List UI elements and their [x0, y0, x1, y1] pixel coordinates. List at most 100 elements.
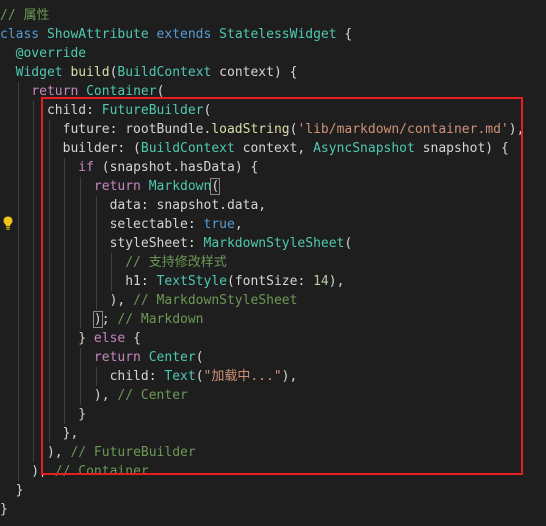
code-token: child: [0, 103, 102, 118]
code-token: Widget [0, 65, 71, 80]
code-token: } [0, 407, 87, 422]
code-token: Markdown [148, 179, 212, 194]
code-token: FutureBuilder [101, 103, 204, 118]
code-token: else [93, 331, 134, 346]
code-token: // MarkdownStyleSheet [133, 293, 298, 308]
code-line: } [0, 481, 24, 500]
code-token: { [133, 331, 141, 346]
code-line: } else { [0, 329, 141, 348]
lightbulb-icon[interactable] [3, 216, 13, 230]
code-token: }, [0, 426, 79, 441]
code-token: ; [101, 312, 118, 327]
code-token: context) { [219, 65, 298, 80]
code-token: // FutureBuilder [70, 445, 196, 460]
code-editor[interactable]: // 属性 class ShowAttribute extends Statele… [0, 0, 546, 526]
code-token: ( [195, 350, 204, 365]
code-token: styleSheet: [0, 236, 204, 251]
code-token: BuildContext [117, 65, 220, 80]
code-token: return [93, 350, 149, 365]
code-line: // 属性 [0, 6, 49, 25]
code-token: builder: ( [0, 141, 141, 156]
code-token: (snapshot.hasData) { [101, 160, 259, 175]
code-token: extends [156, 27, 220, 42]
code-token: if [78, 160, 102, 175]
code-line: child: FutureBuilder( [0, 101, 211, 120]
code-token: ), [0, 464, 55, 479]
code-token: child: [0, 369, 165, 384]
code-token: // Center [117, 388, 188, 403]
code-line: return Container( [0, 82, 164, 101]
code-token: snapshot) { [422, 141, 509, 156]
code-token: Text [164, 369, 196, 384]
code-line: Widget build(BuildContext context) { [0, 63, 298, 82]
code-token: ), [0, 293, 134, 308]
code-token: h1: [0, 274, 157, 289]
code-line: styleSheet: MarkdownStyleSheet( [0, 234, 353, 253]
code-token: ( [195, 369, 204, 384]
code-line: ), // Center [0, 386, 188, 405]
code-token: ( [203, 103, 212, 118]
code-line: } [0, 500, 8, 519]
code-token: TextStyle [156, 274, 227, 289]
code-token: AsyncSnapshot [313, 141, 423, 156]
code-line: } [0, 405, 86, 424]
code-token: data: snapshot.data, [0, 198, 267, 213]
code-token: // Container [54, 464, 149, 479]
code-token: Container [86, 84, 157, 99]
code-token: ), [0, 388, 118, 403]
code-token: loadString [211, 122, 290, 137]
code-line: child: Text("加载中..."), [0, 367, 298, 386]
code-token: context, [242, 141, 314, 156]
code-token: 14 [313, 274, 329, 289]
code-token: BuildContext [140, 141, 243, 156]
code-line: ), // FutureBuilder [0, 443, 196, 462]
code-token: class [0, 27, 47, 42]
code-token: build [70, 65, 110, 80]
code-line: class ShowAttribute extends StatelessWid… [0, 25, 352, 44]
code-token: ShowAttribute [46, 27, 157, 42]
code-token: ( [344, 236, 353, 251]
code-token: MarkdownStyleSheet [203, 236, 345, 251]
code-line: ); // Markdown [0, 310, 204, 329]
code-line: @override [0, 44, 86, 63]
code-token: 'lib/markdown/container.md' [297, 122, 509, 137]
code-line: return Markdown( [0, 177, 221, 196]
code-line: }, [0, 424, 79, 443]
code-token: true [203, 217, 235, 232]
code-line: ), // MarkdownStyleSheet [0, 291, 298, 310]
code-token: ( [210, 178, 221, 195]
code-line: data: snapshot.data, [0, 196, 267, 215]
code-token: // 属性 [0, 8, 50, 23]
code-token: ), [0, 445, 71, 460]
code-line: if (snapshot.hasData) { [0, 158, 258, 177]
code-token: ), [328, 274, 345, 289]
code-token: ( [156, 84, 165, 99]
code-token: return [93, 179, 149, 194]
code-token: // Markdown [117, 312, 204, 327]
code-token: } [0, 502, 8, 517]
code-line: ), // Container [0, 462, 149, 481]
code-token: // 支持修改样式 [125, 255, 227, 270]
code-token: StatelessWidget [219, 27, 345, 42]
code-line: h1: TextStyle(fontSize: 14), [0, 272, 344, 291]
code-line: // 支持修改样式 [0, 253, 227, 272]
code-line: builder: (BuildContext context, AsyncSna… [0, 139, 509, 158]
code-token: "加载中..." [203, 369, 282, 384]
code-token: ), [281, 369, 298, 384]
code-line: selectable: true, [0, 215, 243, 234]
code-token: } [0, 331, 94, 346]
code-token: selectable: [0, 217, 204, 232]
code-token: , [234, 217, 243, 232]
code-token: return [31, 84, 87, 99]
code-token: ) [92, 311, 103, 328]
code-token: future: rootBundle. [0, 122, 212, 137]
code-token: @override [0, 46, 87, 61]
code-line: return Center( [0, 348, 204, 367]
code-line: future: rootBundle.loadString('lib/markd… [0, 120, 525, 139]
